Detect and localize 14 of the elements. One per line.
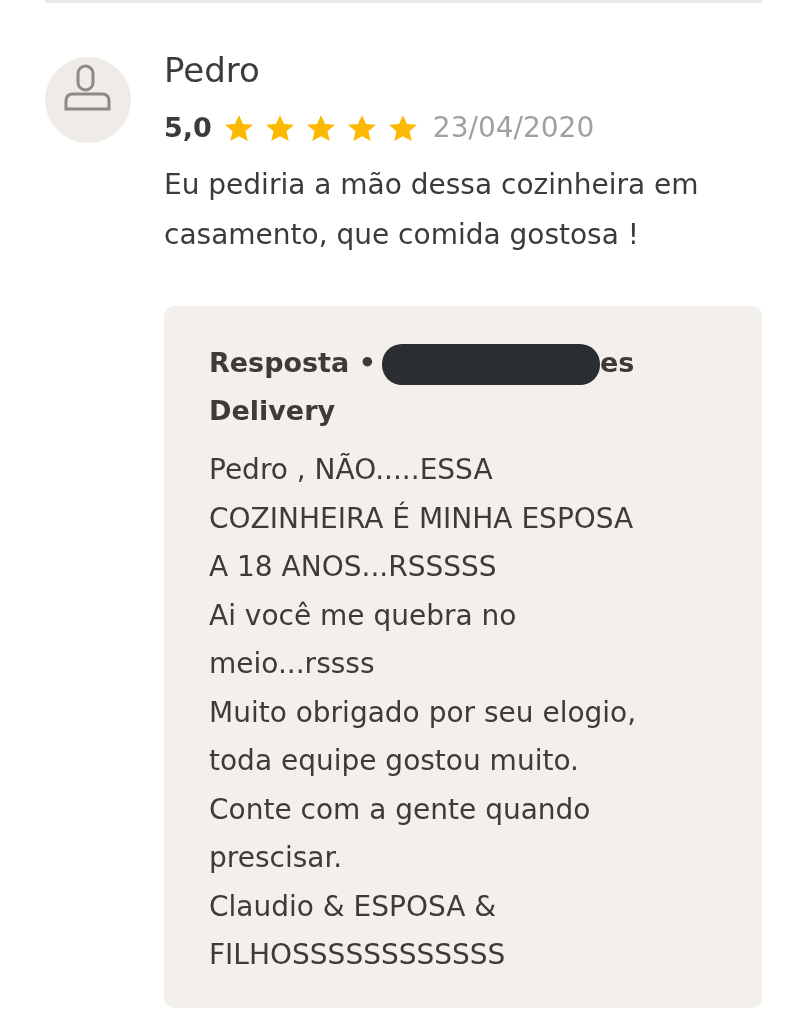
reply-label: Resposta • — [209, 347, 376, 378]
rating-score: 5,0 — [164, 111, 212, 145]
star-icon — [388, 114, 417, 142]
restaurant-name: Delivery — [209, 394, 336, 428]
review-date: 23/04/2020 — [432, 110, 595, 146]
star-icon — [265, 114, 294, 142]
star-icon — [347, 114, 376, 142]
reply-text: Pedro , NÃO.....ESSA COZINHEIRA É MINHA ESPOSA A 18 ANOS...RSSSSS Ai você me quebra no meio...rssss Muito obrigado por seu elogio, toda equipe gostou muito. Conte com a gente quando prescisar. Claudio & ESPOSA & FILHOSSSSSSSSSSSS — [209, 452, 638, 973]
star-icon — [224, 114, 253, 142]
restaurant-name: es — [599, 347, 635, 378]
person-avatar-icon — [45, 57, 131, 143]
reviewer-name: Pedro — [164, 49, 261, 92]
review-text: Eu pediria a mão dessa cozinheira em casamento, que comida gostosa ! — [164, 167, 700, 253]
star-icon — [306, 114, 335, 142]
